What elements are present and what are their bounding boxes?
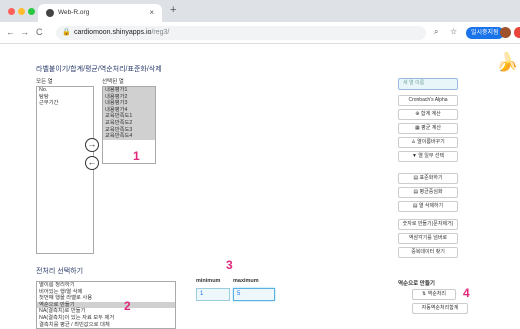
reverse-button[interactable]: ⇅ 역순처리 xyxy=(412,289,456,300)
cronbach-alpha-button[interactable]: Cronbach's Alpha xyxy=(398,95,458,106)
list-item[interactable]: 교육만족도2 xyxy=(103,119,155,127)
star-icon[interactable]: ☆ xyxy=(450,27,457,36)
select-cols-button[interactable]: ▼ 열 일부 선택 xyxy=(398,151,458,162)
auto-reverse-button[interactable]: 자동역순처리함계 xyxy=(412,303,468,314)
reverse-section-label: 역순으로 만들기 xyxy=(398,281,435,287)
arrow-right-icon: → xyxy=(87,139,97,149)
url-host: cardiomoon.shinyapps.io xyxy=(74,29,152,36)
reverse-button-label: 역순처리 xyxy=(427,291,446,297)
all-cols-listbox[interactable]: No. 탕탕 근무기간 xyxy=(36,86,94,254)
list-item[interactable]: 내용평가1 xyxy=(103,87,155,94)
list-item[interactable]: 결측치를 평균 / 최빈값으로 대체 xyxy=(37,322,175,328)
delete-col-button-label: 열 삭제하기 xyxy=(418,203,444,209)
url-path: /reg3/ xyxy=(151,29,170,36)
list-item[interactable]: 열이름 정리하기 xyxy=(37,282,175,289)
menu-icon[interactable] xyxy=(514,27,520,38)
sum-button-label: 합계 계산 xyxy=(420,111,441,117)
mean-button-label: 평균 계산 xyxy=(421,125,441,131)
url-text: cardiomoon.shinyapps.io/reg3/ xyxy=(74,29,169,36)
list-item[interactable]: 첫번째 행을 라벨로 사용 xyxy=(37,295,175,302)
maximize-window-button[interactable] xyxy=(28,8,35,15)
list-item[interactable]: 교육만족도4 xyxy=(103,133,155,140)
mean-center-button-label: 평균중심화 xyxy=(419,189,443,195)
pause-button[interactable]: 일시중지됨 xyxy=(466,27,504,39)
tab-title: Web-R.org xyxy=(58,9,90,16)
list-item[interactable]: NA(결측치)이 있는 자료 모두 제거 xyxy=(37,315,175,322)
callout-1: 1 xyxy=(133,149,140,163)
section2-title: 전처리 선택하기 xyxy=(36,268,84,275)
find-duplicates-button[interactable]: 중복데이터 찾기 xyxy=(398,247,458,258)
arrow-left-icon: ← xyxy=(87,157,97,167)
reverse-to-number-button[interactable]: 역삼각기를 넘버로 xyxy=(398,233,458,244)
to-number-button[interactable]: 숫자로 만들기(문자제거) xyxy=(398,219,458,230)
selected-cols-label: 선택된 열 xyxy=(102,79,124,85)
lock-icon: 🔒 xyxy=(62,29,71,36)
new-tab-button[interactable]: + xyxy=(170,4,176,16)
url-bar[interactable]: 🔒 cardiomoon.shinyapps.io/reg3/ xyxy=(56,26,426,40)
forward-arrow-icon[interactable]: → xyxy=(20,27,29,37)
tab-close-icon[interactable]: × xyxy=(149,8,154,17)
maximum-input[interactable]: 5 xyxy=(233,288,275,301)
all-cols-label: 모든 열 xyxy=(36,79,53,85)
callout-4: 4 xyxy=(463,286,470,300)
browser-tab[interactable]: Web-R.org × xyxy=(38,4,162,22)
new-col-name-input[interactable]: 새 열 이름 xyxy=(398,78,458,90)
banana-mascot-icon: 🍌 xyxy=(496,52,519,72)
close-window-button[interactable] xyxy=(8,8,15,15)
callout-3: 3 xyxy=(226,258,233,272)
prep-listbox[interactable]: 열이름 정리하기 비어있는 행/열 삭제 첫번째 행을 라벨로 사용 역순으로 … xyxy=(36,281,176,329)
back-arrow-icon[interactable]: ← xyxy=(6,27,15,37)
rename-col-button[interactable]: ♙ 열이름바꾸기 xyxy=(398,137,458,148)
favicon-icon xyxy=(46,9,54,17)
section1-title: 라벨붙이기/합계/평균/역순처리/표준화/삭제 xyxy=(36,66,162,73)
list-item[interactable]: NA(결측치)로 만들기 xyxy=(37,308,175,315)
browser-tabstrip: Web-R.org × + xyxy=(0,0,520,22)
move-left-button[interactable]: ← xyxy=(85,156,99,170)
standardize-button-label: 표준화하기 xyxy=(419,175,443,181)
search-icon[interactable]: ⌕ xyxy=(434,27,438,37)
profile-icon[interactable] xyxy=(500,27,511,38)
callout-2: 2 xyxy=(124,299,131,313)
mean-button[interactable]: ▦ 평균 계산 xyxy=(398,123,458,134)
mean-center-button[interactable]: ▤ 평균중심화 xyxy=(398,187,458,198)
move-right-button[interactable]: → xyxy=(85,138,99,152)
list-item[interactable]: 교육만족도1 xyxy=(103,113,155,120)
minimum-input[interactable]: 1 xyxy=(196,288,230,301)
list-item[interactable]: 내용평가3 xyxy=(103,100,155,107)
list-item[interactable]: 근무기간 xyxy=(37,100,93,107)
minimize-window-button[interactable] xyxy=(18,8,25,15)
minimum-label: minimum xyxy=(196,278,221,284)
reload-icon[interactable]: C xyxy=(36,27,43,37)
delete-col-button[interactable]: ▤ 열 삭제하기 xyxy=(398,201,458,212)
maximum-label: maximum xyxy=(233,278,259,284)
selected-cols-listbox[interactable]: 내용평가1 내용평가2 내용평가3 내용평가4 교육만족도1 교육만족도2 교육… xyxy=(102,86,156,164)
standardize-button[interactable]: ▤ 표준화하기 xyxy=(398,173,458,184)
address-toolbar: ← → C 🔒 cardiomoon.shinyapps.io/reg3/ ⌕ … xyxy=(0,22,520,44)
sum-button[interactable]: ⊕ 합계 계산 xyxy=(398,109,458,120)
list-item[interactable]: No. xyxy=(37,87,93,94)
select-cols-button-label: 열 일부 선택 xyxy=(418,153,445,159)
rename-col-button-label: 열이름바꾸기 xyxy=(417,139,445,145)
